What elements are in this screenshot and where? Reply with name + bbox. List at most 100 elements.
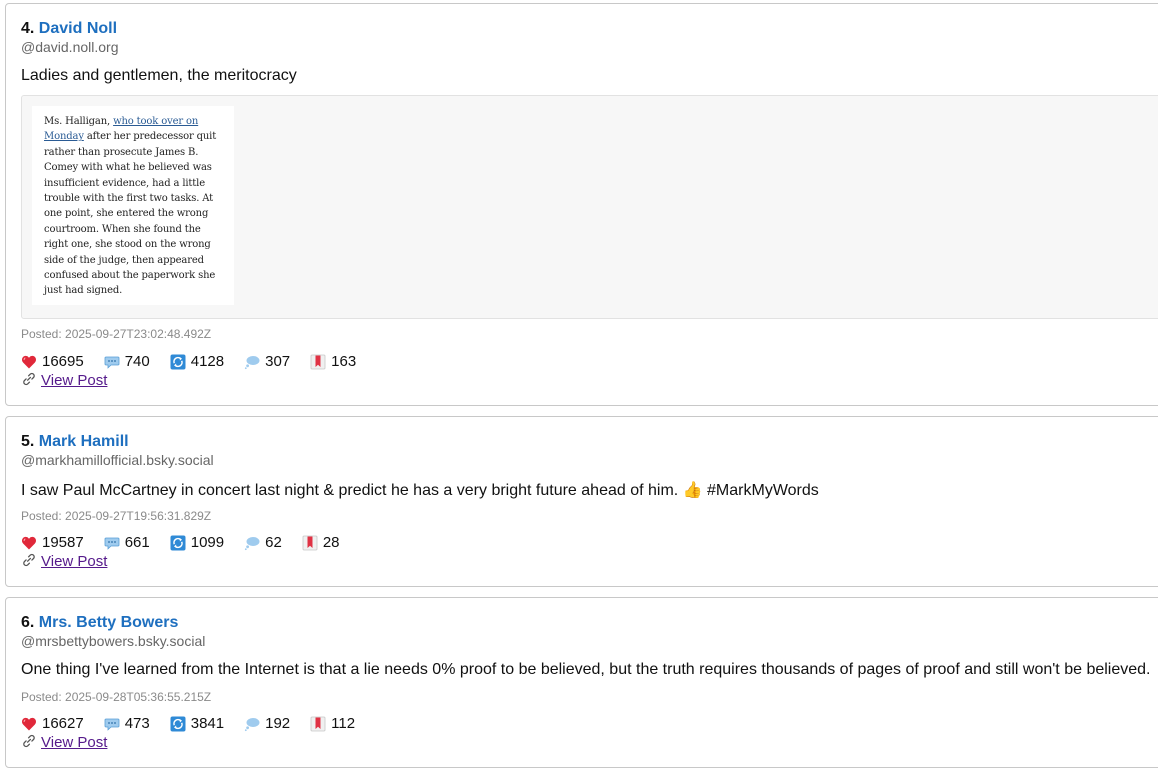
- post-text: One thing I've learned from the Internet…: [21, 661, 1151, 678]
- embed-text-line: trouble with the first two tasks. At: [44, 191, 224, 206]
- embed-text-link: who took over on: [113, 116, 199, 127]
- author-link[interactable]: David Noll: [39, 20, 117, 37]
- embed-text-line: confused about the paperwork she: [44, 268, 224, 283]
- rank-separator: .: [29, 20, 39, 37]
- post-timestamp: Posted: 2025-09-27T23:02:48.492Z: [21, 327, 212, 341]
- embed-text-segment: after her predecessor quit: [83, 131, 217, 143]
- post-timestamp: Posted: 2025-09-28T05:36:55.215Z: [21, 690, 212, 704]
- bookmarks-count: 112: [331, 715, 356, 732]
- post-card: 5. Mark Hamill @markhamillofficial.bsky.…: [5, 416, 1158, 587]
- post-card: 6. Mrs. Betty Bowers @mrsbettybowers.bsk…: [5, 597, 1158, 768]
- embed-text-line: side of the judge, then appeared: [44, 253, 224, 268]
- post-timestamp: Posted: 2025-09-27T19:56:31.829Z: [21, 509, 212, 523]
- reposts-count: 1099: [190, 534, 225, 551]
- link-icon: [21, 734, 37, 748]
- bookmark-icon: [310, 716, 326, 732]
- replies-stat: 740: [104, 353, 150, 370]
- thought-bubble-icon: [244, 354, 260, 370]
- embedded-image[interactable]: Ms. Halligan, who took over on Monday aft…: [32, 106, 234, 305]
- post-header: 4. David Noll: [21, 20, 117, 38]
- reposts-count: 4128: [190, 353, 225, 370]
- quotes-stat: 62: [244, 534, 282, 551]
- likes-count: 19587: [42, 534, 84, 551]
- embed-text-segment: confused about the paperwork she: [44, 270, 216, 282]
- repeat-icon: [170, 716, 186, 732]
- embed-text-segment: rather than prosecute James B.: [44, 146, 199, 158]
- view-post-link[interactable]: View Post: [21, 734, 107, 751]
- replies-count: 661: [124, 534, 150, 551]
- embed-text-line: one point, she entered the wrong: [44, 206, 224, 221]
- embed-text-line: right one, she stood on the wrong: [44, 237, 224, 252]
- view-post-label: View Post: [41, 372, 108, 389]
- quotes-count: 192: [265, 715, 291, 732]
- reposts-stat: 1099: [170, 534, 224, 551]
- quotes-count: 62: [265, 534, 282, 551]
- bookmarks-stat: 112: [310, 715, 355, 732]
- author-handle: @markhamillofficial.bsky.social: [21, 452, 214, 468]
- heart-icon: [21, 716, 37, 732]
- embed-text-line: Monday after her predecessor quit: [44, 129, 224, 144]
- view-post-label: View Post: [41, 553, 108, 570]
- replies-stat: 661: [104, 534, 150, 551]
- embed-text-segment: one point, she entered the wrong: [44, 208, 209, 220]
- rank-separator: .: [29, 433, 39, 450]
- bookmark-icon: [310, 354, 326, 370]
- link-icon: [21, 553, 37, 567]
- embed-text-line: insufficient evidence, had a little: [44, 176, 224, 191]
- reposts-stat: 3841: [170, 715, 224, 732]
- bookmarks-count: 163: [331, 353, 357, 370]
- bookmarks-count: 28: [322, 534, 340, 551]
- embed-text-segment: just had signed.: [44, 285, 123, 297]
- post-header: 5. Mark Hamill: [21, 433, 129, 451]
- post-stats: 19587 661 1099 62 28: [21, 534, 360, 551]
- embed-text-segment: side of the judge, then appeared: [44, 254, 204, 266]
- author-link[interactable]: Mark Hamill: [39, 433, 129, 450]
- post-rank: 5: [21, 433, 30, 450]
- replies-stat: 473: [104, 715, 150, 732]
- embed-text-line: rather than prosecute James B.: [44, 145, 224, 160]
- bookmarks-stat: 28: [302, 534, 340, 551]
- repeat-icon: [170, 354, 186, 370]
- heart-icon: [21, 535, 37, 551]
- author-handle: @david.noll.org: [21, 39, 119, 55]
- view-post-label: View Post: [41, 734, 108, 751]
- embed-text-segment: courtroom. When she found the: [44, 223, 201, 235]
- embed-text-segment: Comey with what he believed was: [44, 162, 212, 174]
- embed-text-line: courtroom. When she found the: [44, 222, 224, 237]
- speech-bubble-icon: [104, 354, 120, 370]
- bookmark-icon: [302, 535, 318, 551]
- view-post-link[interactable]: View Post: [21, 553, 107, 570]
- bookmarks-stat: 163: [310, 353, 356, 370]
- likes-count: 16695: [42, 353, 84, 370]
- post-stats: 16695 740 4128 307 163: [21, 353, 376, 370]
- rank-separator: .: [29, 614, 39, 631]
- reposts-count: 3841: [190, 715, 225, 732]
- likes-stat: 16695: [21, 353, 84, 370]
- quotes-count: 307: [265, 353, 291, 370]
- embed-text-segment: insufficient evidence, had a little: [44, 177, 205, 189]
- post-text: I saw Paul McCartney in concert last nig…: [21, 482, 819, 499]
- thought-bubble-icon: [244, 535, 260, 551]
- post-rank: 4: [21, 20, 30, 37]
- repeat-icon: [170, 535, 186, 551]
- embed-text-line: just had signed.: [44, 283, 224, 298]
- reposts-stat: 4128: [170, 353, 224, 370]
- author-link[interactable]: Mrs. Betty Bowers: [39, 614, 179, 631]
- embed-text-line: Comey with what he believed was: [44, 160, 224, 175]
- link-icon: [21, 372, 37, 386]
- embed-text-segment: trouble with the first two tasks. At: [44, 193, 214, 205]
- replies-count: 740: [124, 353, 150, 370]
- embed-text-link: Monday: [44, 131, 84, 143]
- embed-text-segment: Ms. Halligan,: [44, 116, 114, 127]
- speech-bubble-icon: [104, 716, 120, 732]
- post-stats: 16627 473 3841 192 112: [21, 715, 375, 732]
- view-post-link[interactable]: View Post: [21, 372, 107, 389]
- post-card: 4. David Noll @david.noll.org Ladies and…: [5, 3, 1158, 406]
- embed-text-segment: right one, she stood on the wrong: [44, 239, 211, 251]
- post-header: 6. Mrs. Betty Bowers: [21, 614, 178, 632]
- author-handle: @mrsbettybowers.bsky.social: [21, 633, 206, 649]
- replies-count: 473: [124, 715, 150, 732]
- likes-stat: 16627: [21, 715, 84, 732]
- thought-bubble-icon: [244, 716, 260, 732]
- quotes-stat: 192: [244, 715, 290, 732]
